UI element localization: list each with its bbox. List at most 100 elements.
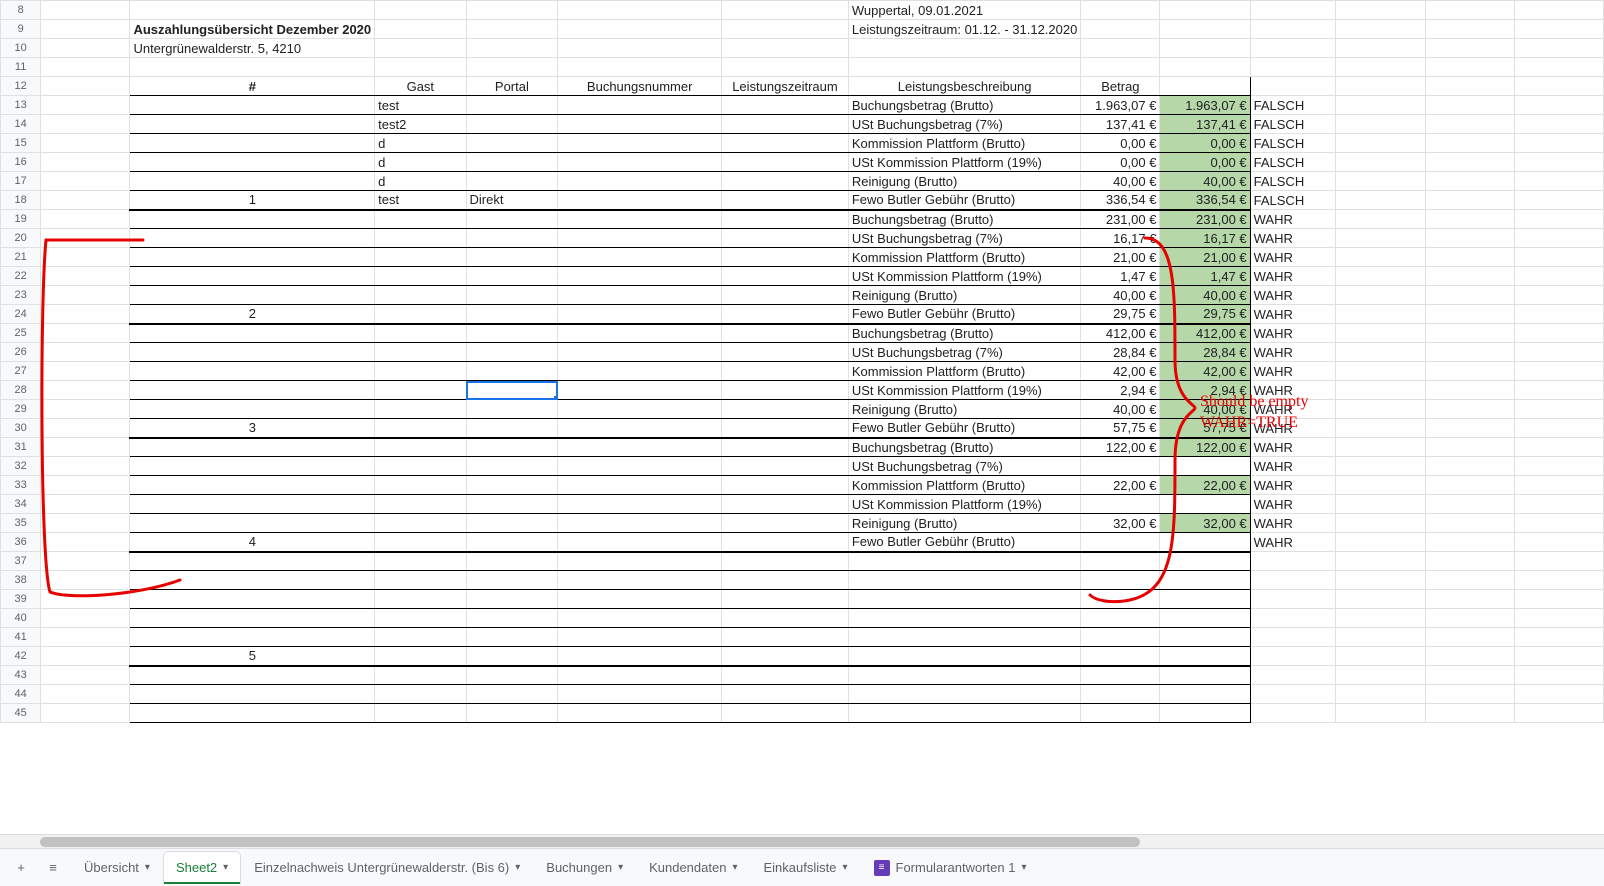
- cell-C36[interactable]: [375, 533, 466, 552]
- cell-K40[interactable]: [1336, 609, 1425, 628]
- cell-A32[interactable]: [41, 457, 130, 476]
- cell-G41[interactable]: [848, 628, 1080, 647]
- cell-B13[interactable]: [130, 96, 375, 115]
- cell-calc[interactable]: [1160, 495, 1250, 514]
- cell-I41[interactable]: [1160, 628, 1250, 647]
- cell-flag[interactable]: FALSCH: [1250, 191, 1336, 210]
- cell-M32[interactable]: [1514, 457, 1603, 476]
- cell-M35[interactable]: [1514, 514, 1603, 533]
- cell-H45[interactable]: [1081, 704, 1160, 723]
- cell-desc[interactable]: USt Kommission Plattform (19%): [848, 153, 1080, 172]
- cell-J9[interactable]: [1250, 20, 1336, 39]
- cell-L8[interactable]: [1425, 1, 1514, 20]
- cell-F37[interactable]: [722, 552, 849, 571]
- cell-F9[interactable]: [722, 20, 849, 39]
- cell-A44[interactable]: [41, 685, 130, 704]
- cell-E31[interactable]: [558, 438, 722, 457]
- cell-E40[interactable]: [558, 609, 722, 628]
- row-header[interactable]: 25: [1, 324, 41, 343]
- cell-A24[interactable]: [41, 305, 130, 324]
- cell-M22[interactable]: [1514, 267, 1603, 286]
- cell-G40[interactable]: [848, 609, 1080, 628]
- row-header[interactable]: 33: [1, 476, 41, 495]
- cell-B35[interactable]: [130, 514, 375, 533]
- cell-E14[interactable]: [558, 115, 722, 134]
- cell-M12[interactable]: [1514, 77, 1603, 96]
- cell-A43[interactable]: [41, 666, 130, 685]
- cell-M26[interactable]: [1514, 343, 1603, 362]
- cell-H40[interactable]: [1081, 609, 1160, 628]
- cell-D40[interactable]: [466, 609, 558, 628]
- cell-L11[interactable]: [1425, 58, 1514, 77]
- cell-C34[interactable]: [375, 495, 466, 514]
- cell-calc[interactable]: 1,47 €: [1160, 267, 1250, 286]
- cell-L39[interactable]: [1425, 590, 1514, 609]
- cell-J42[interactable]: [1250, 647, 1336, 666]
- cell-desc[interactable]: USt Kommission Plattform (19%): [848, 495, 1080, 514]
- cell-J40[interactable]: [1250, 609, 1336, 628]
- cell-L29[interactable]: [1425, 400, 1514, 419]
- cell-M36[interactable]: [1514, 533, 1603, 552]
- cell-B45[interactable]: [130, 704, 375, 723]
- cell-D36[interactable]: [466, 533, 558, 552]
- cell-calc[interactable]: 57,75 €: [1160, 419, 1250, 438]
- cell-D32[interactable]: [466, 457, 558, 476]
- cell-D38[interactable]: [466, 571, 558, 590]
- cell-D16[interactable]: [466, 153, 558, 172]
- sheet-tab-1[interactable]: Sheet2▾: [164, 852, 240, 884]
- cell-calc[interactable]: 122,00 €: [1160, 438, 1250, 457]
- cell-L34[interactable]: [1425, 495, 1514, 514]
- cell-C10[interactable]: [375, 39, 466, 58]
- row-header[interactable]: 15: [1, 134, 41, 153]
- cell-I12[interactable]: [1160, 77, 1250, 96]
- cell-calc[interactable]: 32,00 €: [1160, 514, 1250, 533]
- cell-betrag[interactable]: [1081, 533, 1160, 552]
- cell-K11[interactable]: [1336, 58, 1425, 77]
- cell-G37[interactable]: [848, 552, 1080, 571]
- cell-desc[interactable]: Kommission Plattform (Brutto): [848, 134, 1080, 153]
- cell-L23[interactable]: [1425, 286, 1514, 305]
- cell-desc[interactable]: Fewo Butler Gebühr (Brutto): [848, 191, 1080, 210]
- cell-B15[interactable]: [130, 134, 375, 153]
- cell-betrag[interactable]: 32,00 €: [1081, 514, 1160, 533]
- cell-L27[interactable]: [1425, 362, 1514, 381]
- cell-B37[interactable]: [130, 552, 375, 571]
- cell-M33[interactable]: [1514, 476, 1603, 495]
- cell-L16[interactable]: [1425, 153, 1514, 172]
- cell-flag[interactable]: FALSCH: [1250, 153, 1336, 172]
- cell-M9[interactable]: [1514, 20, 1603, 39]
- cell-portal[interactable]: Direkt: [466, 191, 558, 210]
- cell-M40[interactable]: [1514, 609, 1603, 628]
- meta-title[interactable]: Auszahlungsübersicht Dezember 2020: [130, 20, 375, 39]
- cell-betrag[interactable]: 40,00 €: [1081, 400, 1160, 419]
- cell-flag[interactable]: WAHR: [1250, 362, 1336, 381]
- cell-L28[interactable]: [1425, 381, 1514, 400]
- cell-calc[interactable]: 40,00 €: [1160, 286, 1250, 305]
- cell-K8[interactable]: [1336, 1, 1425, 20]
- cell-L30[interactable]: [1425, 419, 1514, 438]
- cell-K28[interactable]: [1336, 381, 1425, 400]
- cell-A22[interactable]: [41, 267, 130, 286]
- cell-betrag[interactable]: 29,75 €: [1081, 305, 1160, 324]
- sheet-tab-0[interactable]: Übersicht▾: [72, 852, 162, 884]
- row-header[interactable]: 17: [1, 172, 41, 191]
- cell-A39[interactable]: [41, 590, 130, 609]
- cell-A17[interactable]: [41, 172, 130, 191]
- cell-D21[interactable]: [466, 248, 558, 267]
- spreadsheet-grid[interactable]: 8Wuppertal, 09.01.20219Auszahlungsübersi…: [0, 0, 1604, 834]
- cell-A8[interactable]: [41, 1, 130, 20]
- cell-H42[interactable]: [1081, 647, 1160, 666]
- cell-K42[interactable]: [1336, 647, 1425, 666]
- cell-M30[interactable]: [1514, 419, 1603, 438]
- cell-D29[interactable]: [466, 400, 558, 419]
- row-header[interactable]: 20: [1, 229, 41, 248]
- add-sheet-button[interactable]: +: [8, 855, 34, 881]
- cell-K27[interactable]: [1336, 362, 1425, 381]
- cell-num[interactable]: 4: [130, 533, 375, 552]
- cell-F40[interactable]: [722, 609, 849, 628]
- cell-desc[interactable]: Kommission Plattform (Brutto): [848, 476, 1080, 495]
- row-header[interactable]: 22: [1, 267, 41, 286]
- cell-E43[interactable]: [558, 666, 722, 685]
- sheet-tab-2[interactable]: Einzelnachweis Untergrünewalderstr. (Bis…: [242, 852, 532, 884]
- cell-flag[interactable]: WAHR: [1250, 267, 1336, 286]
